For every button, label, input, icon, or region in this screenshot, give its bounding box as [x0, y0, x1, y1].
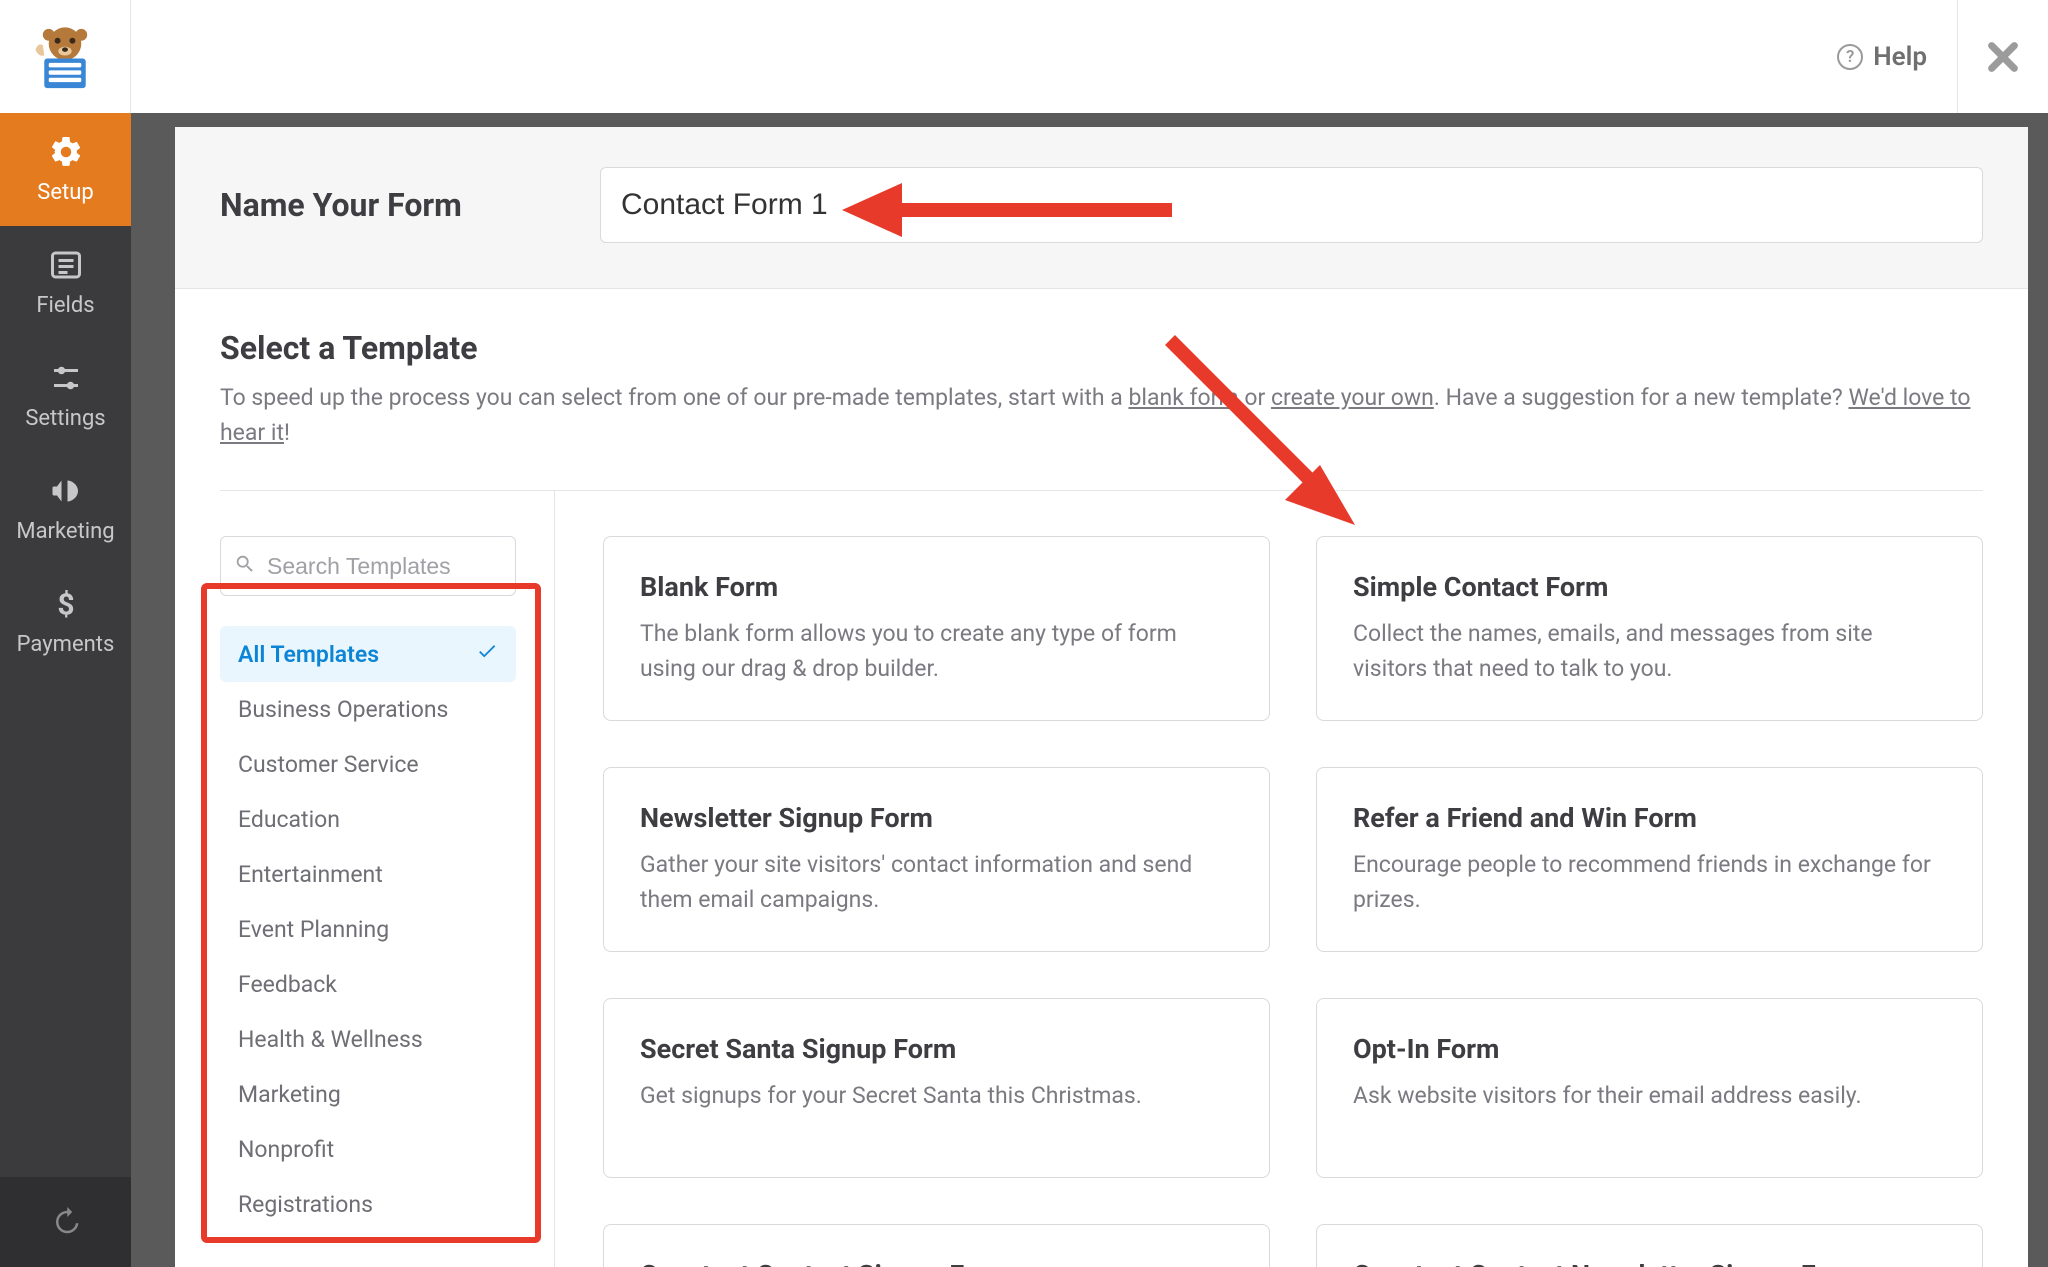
sliders-icon — [48, 360, 84, 396]
app-logo[interactable] — [0, 0, 131, 113]
category-health-wellness[interactable]: Health & Wellness — [220, 1012, 516, 1067]
sidebar-item-settings[interactable]: Settings — [0, 339, 131, 452]
history-icon — [51, 1207, 81, 1237]
template-desc: The blank form allows you to create any … — [640, 617, 1233, 686]
sidebar-item-marketing[interactable]: Marketing — [0, 452, 131, 565]
search-wrap — [220, 536, 516, 596]
category-event-planning[interactable]: Event Planning — [220, 902, 516, 957]
template-card-refer-friend[interactable]: Refer a Friend and Win Form Encourage pe… — [1316, 767, 1983, 952]
template-card-blank-form[interactable]: Blank Form The blank form allows you to … — [603, 536, 1270, 721]
search-icon — [234, 553, 256, 579]
category-list: All Templates Business Operations Custom… — [220, 626, 516, 1232]
sidebar-label: Setup — [37, 180, 93, 205]
template-card-opt-in[interactable]: Opt-In Form Ask website visitors for the… — [1316, 998, 1983, 1178]
template-title: Simple Contact Form — [1353, 571, 1946, 603]
select-template-heading: Select a Template To speed up the proces… — [175, 289, 2028, 460]
template-card-newsletter-signup[interactable]: Newsletter Signup Form Gather your site … — [603, 767, 1270, 952]
template-desc: Get signups for your Secret Santa this C… — [640, 1079, 1233, 1114]
template-desc: Gather your site visitors' contact infor… — [640, 848, 1233, 917]
form-icon — [48, 247, 84, 283]
template-card-constant-contact-newsletter[interactable]: Constant Contact Newsletter Signup Form … — [1316, 1224, 1983, 1267]
gear-icon — [48, 134, 84, 170]
blank-form-link[interactable]: blank form — [1128, 384, 1238, 411]
sidebar-history-button[interactable] — [0, 1177, 131, 1267]
help-link[interactable]: ? Help — [1837, 42, 1927, 72]
category-education[interactable]: Education — [220, 792, 516, 847]
create-own-link[interactable]: create your own — [1271, 384, 1434, 411]
template-title: Constant Contact Signup Form — [640, 1259, 1233, 1267]
category-label: Health & Wellness — [238, 1026, 423, 1053]
template-desc: Ask website visitors for their email add… — [1353, 1079, 1946, 1114]
category-label: Customer Service — [238, 751, 419, 778]
template-desc: Encourage people to recommend friends in… — [1353, 848, 1946, 917]
category-feedback[interactable]: Feedback — [220, 957, 516, 1012]
category-label: Entertainment — [238, 861, 383, 888]
template-title: Blank Form — [640, 571, 1233, 603]
category-label: Marketing — [238, 1081, 341, 1108]
template-title: Opt-In Form — [1353, 1033, 1946, 1065]
template-title: Constant Contact Newsletter Signup Form — [1353, 1259, 1946, 1267]
category-marketing[interactable]: Marketing — [220, 1067, 516, 1122]
template-area: All Templates Business Operations Custom… — [175, 491, 2028, 1267]
form-name-input[interactable] — [600, 167, 1983, 243]
select-template-title: Select a Template — [220, 329, 1983, 367]
category-label: Education — [238, 806, 340, 833]
template-categories-column: All Templates Business Operations Custom… — [220, 491, 555, 1267]
category-label: Nonprofit — [238, 1136, 334, 1163]
template-title: Secret Santa Signup Form — [640, 1033, 1233, 1065]
category-customer-service[interactable]: Customer Service — [220, 737, 516, 792]
sidebar-label: Settings — [25, 406, 105, 431]
sidebar-label: Marketing — [16, 519, 114, 544]
sidebar-item-setup[interactable]: Setup — [0, 113, 131, 226]
svg-text:$: $ — [57, 588, 74, 623]
category-label: Feedback — [238, 971, 337, 998]
sidebar-item-payments[interactable]: $ Payments — [0, 565, 131, 678]
topbar: ? Help — [0, 0, 2048, 113]
main-panel: Name Your Form Select a Template To spee… — [175, 127, 2028, 1267]
dollar-icon: $ — [48, 586, 84, 622]
category-entertainment[interactable]: Entertainment — [220, 847, 516, 902]
search-templates-input[interactable] — [220, 536, 516, 596]
select-template-description: To speed up the process you can select f… — [220, 381, 1983, 450]
category-registrations[interactable]: Registrations — [220, 1177, 516, 1232]
template-title: Newsletter Signup Form — [640, 802, 1233, 834]
template-card-constant-contact-signup[interactable]: Constant Contact Signup Form Let your vi… — [603, 1224, 1270, 1267]
sidebar-label: Fields — [36, 293, 94, 318]
close-button[interactable] — [1958, 40, 2048, 74]
category-nonprofit[interactable]: Nonprofit — [220, 1122, 516, 1177]
category-all-templates[interactable]: All Templates — [220, 626, 516, 682]
check-icon — [476, 640, 498, 668]
name-form-section: Name Your Form — [175, 127, 2028, 289]
template-cards-grid: Blank Form The blank form allows you to … — [555, 491, 1983, 1267]
sidebar-item-fields[interactable]: Fields — [0, 226, 131, 339]
sidebar-label: Payments — [17, 632, 115, 657]
wpforms-logo-icon — [28, 20, 102, 94]
template-desc: Collect the names, emails, and messages … — [1353, 617, 1946, 686]
template-card-secret-santa[interactable]: Secret Santa Signup Form Get signups for… — [603, 998, 1270, 1178]
name-form-label: Name Your Form — [220, 186, 600, 224]
sidebar-nav: Setup Fields Settings Marketing $ Paymen… — [0, 113, 131, 1267]
bullhorn-icon — [48, 473, 84, 509]
category-business-operations[interactable]: Business Operations — [220, 682, 516, 737]
category-label: Business Operations — [238, 696, 448, 723]
help-icon: ? — [1837, 44, 1863, 70]
category-label: All Templates — [238, 641, 379, 668]
help-label: Help — [1873, 42, 1927, 72]
category-label: Event Planning — [238, 916, 389, 943]
template-card-simple-contact-form[interactable]: Simple Contact Form Collect the names, e… — [1316, 536, 1983, 721]
template-title: Refer a Friend and Win Form — [1353, 802, 1946, 834]
category-label: Registrations — [238, 1191, 373, 1218]
close-icon — [1986, 40, 2020, 74]
